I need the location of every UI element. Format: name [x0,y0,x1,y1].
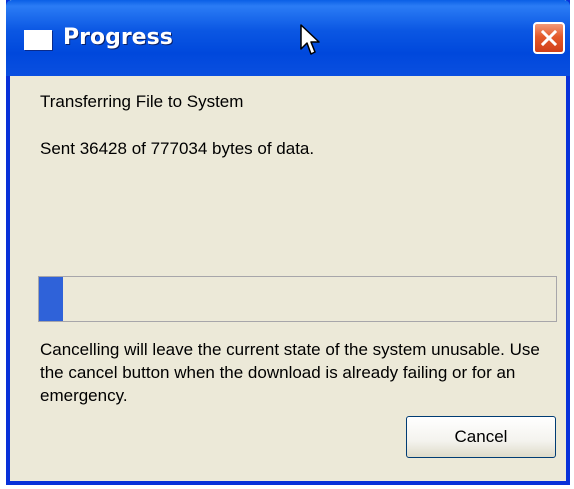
title-bar[interactable]: Progress [6,0,570,76]
progress-bar-fill [39,277,64,321]
bytes-sent-text: Sent 36428 of 777034 bytes of data. [40,139,315,158]
progress-bar [38,276,557,322]
dialog-body: Transferring File to System Sent 36428 o… [10,76,566,481]
warning-text: Cancelling will leave the current state … [40,340,540,405]
cancel-button[interactable]: Cancel [406,416,556,458]
close-button[interactable] [533,22,565,54]
progress-dialog: Progress Transferring File to System Sen… [6,0,570,485]
status-text: Transferring File to System [40,92,244,111]
window-title: Progress [63,25,173,50]
mouse-cursor-icon [300,24,322,63]
close-icon [540,29,558,47]
window-icon [24,30,52,50]
